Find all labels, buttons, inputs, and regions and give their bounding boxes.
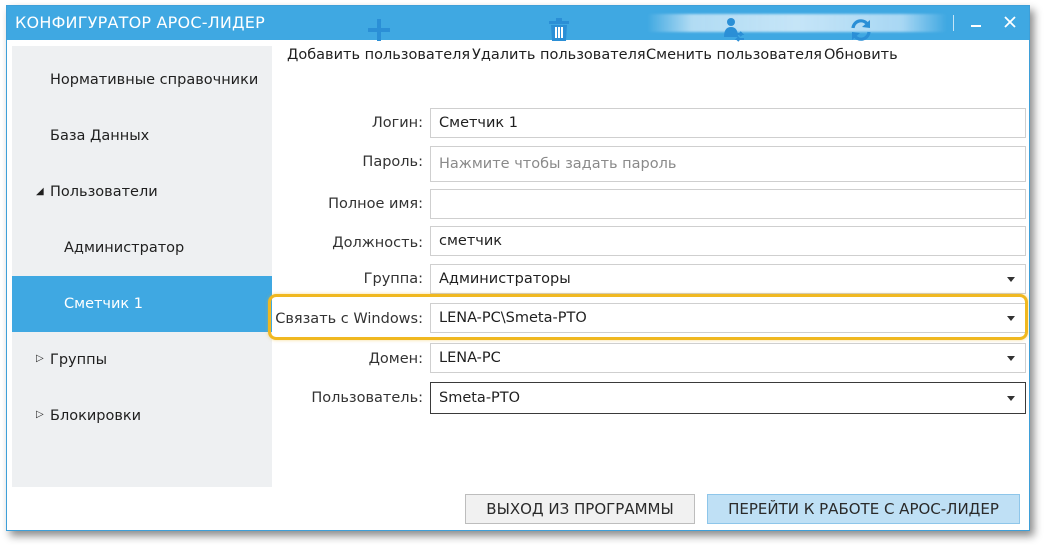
sidebar-item-smetchik-1[interactable]: Сметчик 1 <box>12 276 272 332</box>
chevron-down-icon <box>1007 316 1015 321</box>
refresh-label: Обновить <box>824 47 898 63</box>
exit-program-button[interactable]: ВЫХОД ИЗ ПРОГРАММЫ <box>465 494 695 524</box>
chevron-down-icon <box>1007 277 1015 282</box>
collapsed-triangle-icon[interactable]: ▷ <box>36 353 44 364</box>
sidebar-item-label: Пользователи <box>50 184 158 200</box>
password-input[interactable] <box>430 146 1026 182</box>
sidebar-item-label: База Данных <box>50 128 150 144</box>
user-label: Пользователь: <box>311 390 423 406</box>
position-label: Должность: <box>332 235 423 251</box>
windows-link-select[interactable]: LENA-PC\Smeta-PTO <box>430 303 1026 333</box>
position-input[interactable] <box>430 226 1026 256</box>
sidebar-item-label: Блокировки <box>50 408 142 424</box>
domain-select-value: LENA-PC <box>439 350 501 366</box>
close-button[interactable] <box>997 10 1023 34</box>
chevron-down-icon <box>1007 396 1015 401</box>
delete-user-label: Удалить пользователя <box>472 47 646 63</box>
chevron-down-icon <box>1007 356 1015 361</box>
sidebar-item-label: Нормативные справочники <box>50 72 259 88</box>
trash-icon <box>548 18 569 41</box>
sidebar-item-normative[interactable]: Нормативные справочники <box>12 52 272 108</box>
close-icon <box>1004 16 1016 28</box>
fullname-input[interactable] <box>430 189 1026 219</box>
fullname-label: Полное имя: <box>328 196 423 212</box>
go-to-work-button[interactable]: ПЕРЕЙТИ К РАБОТЕ С АРОС-ЛИДЕР <box>707 494 1020 524</box>
domain-select[interactable]: LENA-PC <box>430 343 1026 373</box>
change-user-label: Сменить пользователя <box>646 47 823 63</box>
user-switch-icon <box>724 18 745 42</box>
add-user-label: Добавить пользователя <box>287 47 471 63</box>
user-select-value: Smeta-PTO <box>439 390 521 406</box>
domain-label: Домен: <box>368 351 423 367</box>
user-select[interactable]: Smeta-PTO <box>430 382 1026 414</box>
group-select-value: Администраторы <box>439 271 571 287</box>
app-window: КОНФИГУРАТОР АРОС-ЛИДЕР Нормативные спра… <box>6 5 1030 531</box>
add-user-button[interactable]: Добавить пользователя <box>287 16 470 63</box>
delete-user-button[interactable]: Удалить пользователя <box>472 16 646 63</box>
group-select[interactable]: Администраторы <box>430 264 1026 294</box>
sidebar-item-label: Сметчик 1 <box>64 296 144 312</box>
windows-link-select-value: LENA-PC\Smeta-PTO <box>439 310 587 326</box>
login-label: Логин: <box>371 115 423 131</box>
sidebar-item-users[interactable]: ◢ Пользователи <box>12 164 272 220</box>
sidebar-item-administrator[interactable]: Администратор <box>12 220 272 276</box>
sidebar-item-groups[interactable]: ▷ Группы <box>12 332 272 388</box>
group-label: Группа: <box>363 271 423 287</box>
password-label: Пароль: <box>362 154 423 170</box>
sidebar-item-label: Администратор <box>64 240 185 256</box>
minimize-button[interactable] <box>963 10 989 34</box>
refresh-button[interactable]: Обновить <box>824 16 898 63</box>
window-title: КОНФИГУРАТОР АРОС-ЛИДЕР <box>15 13 265 32</box>
expanded-triangle-icon[interactable]: ◢ <box>36 186 44 197</box>
sidebar-item-blocks[interactable]: ▷ Блокировки <box>12 388 272 444</box>
sidebar-item-label: Группы <box>50 352 108 368</box>
sidebar: Нормативные справочники База Данных ◢ По… <box>12 46 272 487</box>
refresh-icon <box>851 19 871 41</box>
plus-icon <box>367 19 390 41</box>
change-user-button[interactable]: Сменить пользователя <box>646 16 822 63</box>
title-separator <box>953 15 954 31</box>
sidebar-item-database[interactable]: База Данных <box>12 108 272 164</box>
login-input[interactable] <box>430 108 1026 138</box>
collapsed-triangle-icon[interactable]: ▷ <box>36 409 44 420</box>
windows-link-label: Связать с Windows: <box>275 311 423 327</box>
